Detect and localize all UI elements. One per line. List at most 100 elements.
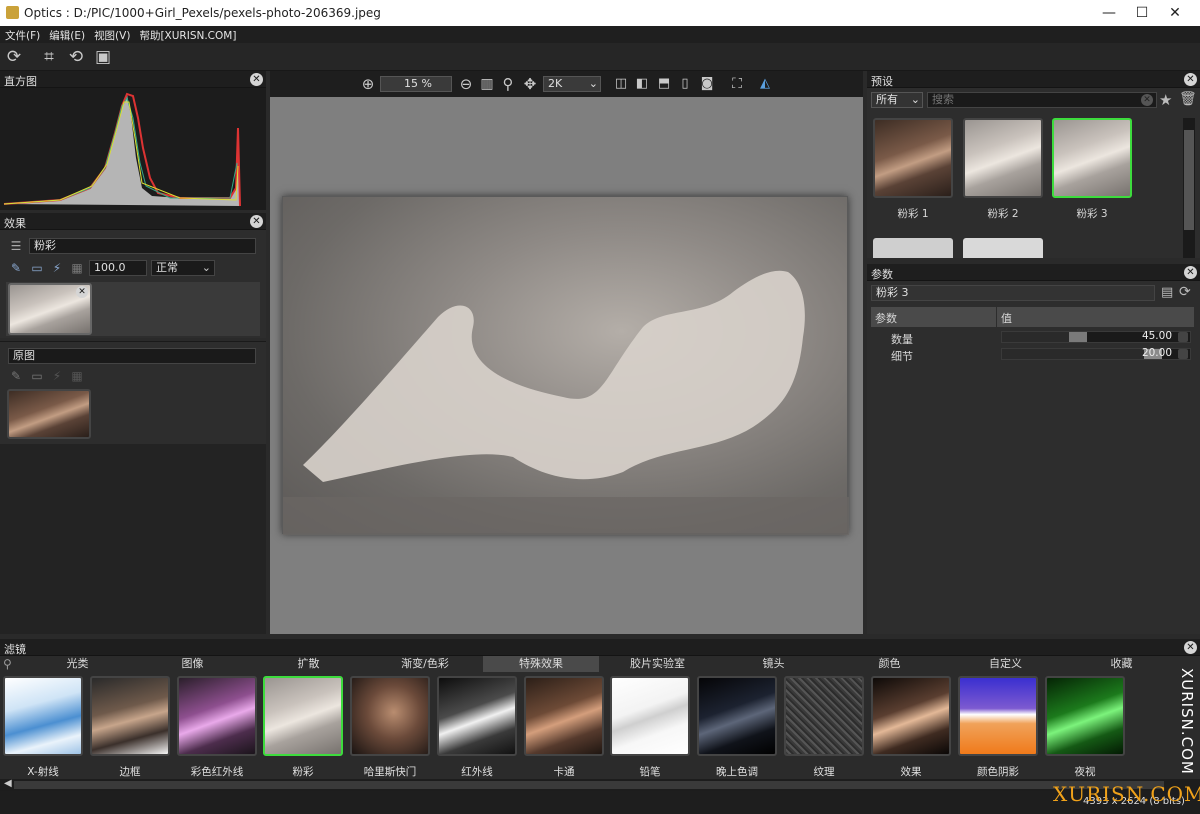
scroll-thumb[interactable] bbox=[1184, 130, 1194, 230]
remove-layer-icon[interactable]: ✕ bbox=[76, 286, 88, 298]
params-panel: 粉彩 3 ▤ ⟳ 参数 值 数量 45.00 细节 20.00 bbox=[867, 281, 1200, 634]
preset-thumbnail[interactable] bbox=[873, 238, 953, 258]
filter-label: 边框 bbox=[119, 766, 141, 778]
split-horizontal-icon[interactable]: ⬒ bbox=[654, 74, 674, 94]
preset-thumbnail[interactable] bbox=[963, 118, 1043, 198]
fit-frame-icon[interactable]: ▣ bbox=[93, 47, 113, 67]
filter-thumbnail[interactable] bbox=[610, 676, 690, 756]
preset-thumbnail[interactable] bbox=[873, 118, 953, 198]
close-icon[interactable]: ✕ bbox=[250, 73, 263, 86]
filter-thumbnail-selected[interactable] bbox=[263, 676, 343, 756]
tab-custom[interactable]: 自定义 bbox=[948, 656, 1063, 672]
menu-view[interactable]: 视图(V) bbox=[89, 26, 134, 43]
crop-icon[interactable]: ⌗ bbox=[39, 47, 59, 67]
tab-film-lab[interactable]: 胶片实验室 bbox=[599, 656, 716, 672]
image-canvas[interactable] bbox=[270, 97, 863, 634]
document-icon[interactable]: ▤ bbox=[1161, 285, 1173, 300]
star-icon[interactable]: ★ bbox=[1159, 91, 1172, 109]
rotate-icon[interactable]: ⟲ bbox=[66, 47, 86, 67]
histogram-toggle-icon[interactable]: ◭ bbox=[755, 74, 775, 94]
split-compare-icon[interactable]: ◧ bbox=[632, 74, 652, 94]
single-view-icon[interactable]: ▯ bbox=[675, 74, 695, 94]
tab-light[interactable]: 光类 bbox=[20, 656, 135, 672]
filter-thumbnail[interactable] bbox=[437, 676, 517, 756]
filter-thumbnail[interactable] bbox=[871, 676, 951, 756]
filter-thumbnail[interactable] bbox=[784, 676, 864, 756]
blend-mode-select[interactable]: 正常 ⌄ bbox=[151, 260, 215, 276]
param-name: 细节 bbox=[891, 350, 913, 363]
filter-thumbnail[interactable] bbox=[697, 676, 777, 756]
refresh-icon[interactable]: ⟳ bbox=[1179, 284, 1191, 300]
slider-fill bbox=[1002, 349, 1162, 359]
menu-file[interactable]: 文件(F) bbox=[0, 26, 44, 43]
tab-favorites[interactable]: 收藏 bbox=[1063, 656, 1180, 672]
preset-name-field[interactable]: 粉彩 3 bbox=[871, 285, 1155, 301]
pan-icon[interactable]: ✥ bbox=[520, 74, 540, 94]
close-button[interactable]: ✕ bbox=[1152, 0, 1198, 26]
filter-scrollbar[interactable]: ◀ bbox=[0, 778, 1200, 791]
monitor-icon[interactable]: ▭ bbox=[30, 261, 44, 275]
close-icon[interactable]: ✕ bbox=[1184, 641, 1197, 654]
preset-label: 粉彩 2 bbox=[987, 208, 1019, 220]
original-thumbnail[interactable] bbox=[7, 389, 91, 439]
preset-search-input[interactable] bbox=[927, 92, 1157, 108]
zoom-in-icon[interactable]: ⊕ bbox=[358, 74, 378, 94]
opacity-field[interactable]: 100.0 bbox=[89, 260, 147, 276]
close-icon[interactable]: ✕ bbox=[1184, 266, 1197, 279]
scroll-thumb[interactable] bbox=[14, 781, 1164, 789]
fit-icon[interactable]: ▥ bbox=[477, 74, 497, 94]
mask-icon[interactable]: ▦ bbox=[70, 261, 84, 275]
lightning-icon[interactable]: ⚡ bbox=[50, 261, 64, 275]
chevron-down-icon: ⌄ bbox=[910, 93, 920, 106]
filter-thumbnail[interactable] bbox=[1045, 676, 1125, 756]
filter-thumbnail[interactable] bbox=[958, 676, 1038, 756]
tab-gradient-color[interactable]: 渐变/色彩 bbox=[367, 656, 483, 672]
zoom-out-icon[interactable]: ⊖ bbox=[456, 74, 476, 94]
preset-thumbnail[interactable] bbox=[963, 238, 1043, 258]
filter-label: 铅笔 bbox=[639, 766, 661, 778]
layer-name-field[interactable]: 粉彩 bbox=[29, 238, 256, 254]
refresh-icon[interactable]: ⟳ bbox=[4, 47, 24, 67]
scroll-left-icon[interactable]: ◀ bbox=[4, 778, 12, 789]
menu-help[interactable]: 帮助[XURISN.COM] bbox=[134, 26, 240, 43]
effects-panel-header: 效果 ✕ bbox=[0, 213, 266, 230]
filter-label: 纹理 bbox=[813, 766, 835, 778]
trash-icon[interactable]: 🗑 bbox=[1179, 91, 1197, 107]
preset-scrollbar[interactable] bbox=[1183, 118, 1195, 258]
search-icon[interactable]: ⚲ bbox=[3, 657, 12, 671]
filter-thumbnail[interactable] bbox=[177, 676, 257, 756]
fullscreen-icon[interactable]: ⛶ bbox=[727, 74, 747, 94]
magnifier-icon[interactable]: ⚲ bbox=[498, 74, 518, 94]
close-icon[interactable]: ✕ bbox=[1184, 73, 1197, 86]
menu-edit[interactable]: 编辑(E) bbox=[44, 26, 89, 43]
tab-special-effects[interactable]: 特殊效果 bbox=[483, 656, 599, 672]
filter-thumbnail[interactable] bbox=[90, 676, 170, 756]
edit-icon[interactable]: ✎ bbox=[9, 261, 23, 275]
preset-category-select[interactable]: 所有 ⌄ bbox=[871, 92, 923, 108]
filter-label: 效果 bbox=[900, 766, 922, 778]
tab-color[interactable]: 颜色 bbox=[831, 656, 948, 672]
reset-icon[interactable] bbox=[1178, 332, 1188, 342]
filter-thumbnail[interactable] bbox=[350, 676, 430, 756]
slider-knob[interactable] bbox=[1068, 332, 1087, 342]
amount-slider[interactable]: 45.00 bbox=[1001, 330, 1191, 343]
preset-thumbnail-selected[interactable] bbox=[1052, 118, 1132, 198]
split-vertical-icon[interactable]: ◫ bbox=[611, 74, 631, 94]
layer-menu-icon[interactable]: ☰ bbox=[9, 239, 23, 253]
zoom-field[interactable]: 15 % bbox=[380, 76, 452, 92]
layer-thumb-row: ✕ bbox=[6, 282, 260, 336]
resolution-select[interactable]: 2K ⌄ bbox=[543, 76, 601, 92]
clear-search-icon[interactable]: ✕ bbox=[1141, 94, 1153, 106]
original-panel: 原图 ✎ ▭ ⚡ ▦ bbox=[0, 341, 266, 444]
detail-slider[interactable]: 20.00 bbox=[1001, 347, 1191, 360]
tab-diffusion[interactable]: 扩散 bbox=[250, 656, 367, 672]
filter-thumbnail[interactable] bbox=[3, 676, 83, 756]
snapshot-icon[interactable]: ◙ bbox=[697, 74, 717, 94]
filters-panel-header: 滤镜 ✕ bbox=[0, 639, 1200, 656]
reset-icon[interactable] bbox=[1178, 349, 1188, 359]
tab-lens[interactable]: 镜头 bbox=[716, 656, 831, 672]
filter-label: 哈里斯快门 bbox=[363, 766, 417, 778]
close-icon[interactable]: ✕ bbox=[250, 215, 263, 228]
tab-image[interactable]: 图像 bbox=[135, 656, 250, 672]
filter-thumbnail[interactable] bbox=[524, 676, 604, 756]
